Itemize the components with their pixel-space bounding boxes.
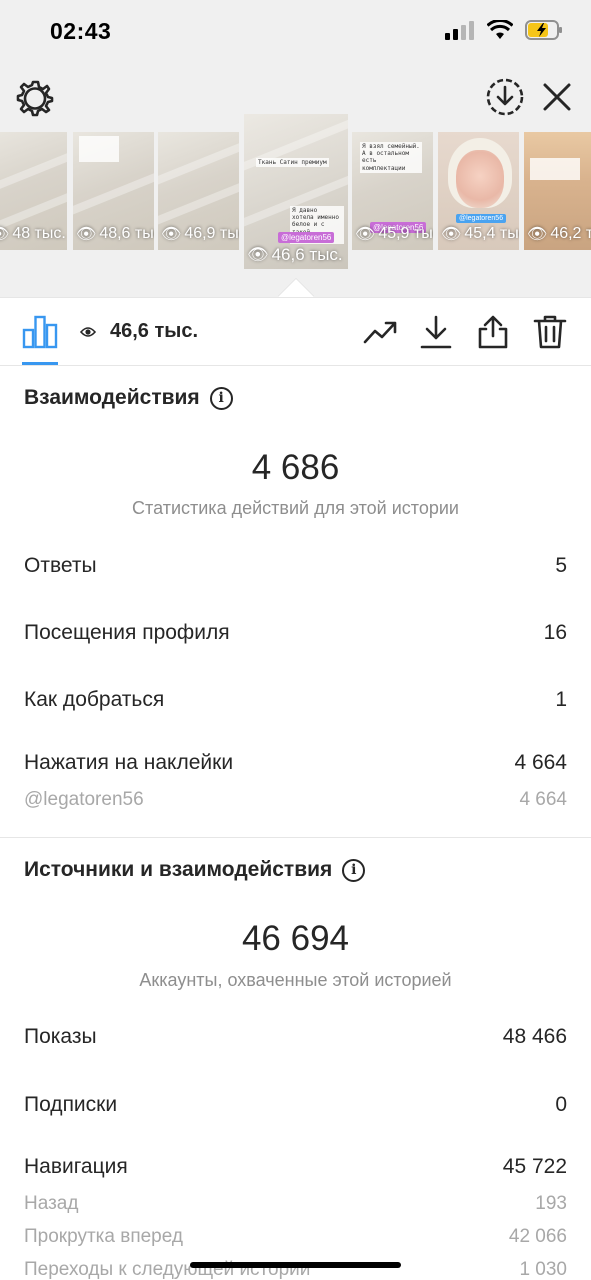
thumbnail-views: 👁 46,6 тыс. [247, 245, 343, 264]
signal-icon [445, 21, 474, 40]
stat-label: Нажатия на наклейки [24, 751, 234, 774]
thumbnail-caption: Я взял семейный. А в остальном есть комп… [360, 142, 422, 173]
story-thumbnail[interactable]: @legatoren56 👁45,4 тыс. [438, 132, 519, 250]
discovery-title-text: Источники и взаимодействия [24, 858, 333, 881]
stat-row: Посещения профиля 16 [24, 621, 567, 645]
stat-label: Подписки [24, 1093, 118, 1116]
story-thumbnail[interactable]: Я взял семейный. А в остальном есть комп… [352, 132, 433, 250]
eye-icon: 👁 [527, 226, 548, 243]
story-thumbnail[interactable]: 👁48 тыс. [0, 132, 67, 250]
story-thumbnail[interactable]: 👁46,9 тыс. [158, 132, 239, 250]
share-icon[interactable] [475, 314, 511, 350]
settings-gear-icon[interactable] [15, 78, 55, 118]
eye-icon: 👁 [0, 224, 9, 244]
info-icon[interactable]: i [342, 858, 366, 882]
discovery-title: Источники и взаимодействия i [24, 858, 366, 882]
stat-value: 1 [555, 688, 567, 711]
discovery-total: 46 694 [241, 919, 350, 958]
navigation-sub-row: Прокрутка вперед 42 066 [24, 1226, 567, 1248]
stat-label: Посещения профиля [24, 621, 230, 644]
stat-row: Навигация 45 722 [24, 1155, 567, 1179]
stat-label: Назад [24, 1193, 79, 1214]
thumbnail-views: 👁45,4 тыс. [441, 225, 519, 243]
sticker-tag: @legatoren56 [456, 214, 507, 223]
stat-value: 48 466 [502, 1025, 567, 1048]
person-photo [456, 150, 504, 208]
stat-label: Ответы [24, 554, 97, 577]
eye-icon: 👁 [161, 226, 182, 243]
interactions-subtitle: Статистика действий для этой истории [132, 498, 459, 518]
thumbnail-views: 👁48,6 тыс. [76, 225, 154, 243]
eye-icon: 👁 [441, 226, 462, 243]
stat-row: Ответы 5 [24, 554, 567, 578]
views-summary: 46,6 тыс. [80, 320, 198, 343]
bar-chart-icon[interactable] [22, 313, 58, 349]
info-icon[interactable]: i [209, 386, 233, 410]
stat-value: 0 [555, 1093, 567, 1116]
eye-icon: 👁 [247, 245, 269, 264]
status-icons [445, 20, 563, 40]
download-story-icon[interactable] [484, 76, 526, 118]
stat-label: Прокрутка вперед [24, 1226, 183, 1247]
eye-icon: 👁 [355, 226, 376, 243]
interactions-title: Взаимодействия i [24, 386, 233, 410]
stat-value: 1 030 [519, 1259, 567, 1280]
thumbnail-views: 👁45,9 тыс. [355, 225, 433, 243]
interactions-total: 4 686 [251, 448, 340, 487]
stat-value: 16 [543, 621, 567, 644]
stat-label: Как добраться [24, 688, 165, 711]
stat-value: 42 066 [508, 1226, 567, 1247]
views-count: 46,6 тыс. [110, 320, 199, 342]
story-thumbnails-strip: 👁48 тыс. 👁48,6 тыс. 👁46,9 тыс. Ткань Сат… [0, 114, 591, 274]
discovery-subtitle: Аккаунты, охваченные этой историей [139, 970, 452, 990]
section-divider [0, 837, 591, 838]
download-icon[interactable] [418, 314, 454, 350]
thumbnail-views: 👁46,9 тыс. [161, 225, 239, 243]
navigation-sub-row: Назад 193 [24, 1193, 567, 1215]
stat-value: 4 664 [519, 789, 567, 810]
sticker-tag: @legatoren56 [278, 232, 335, 243]
interactions-title-text: Взаимодействия [24, 386, 200, 409]
insights-sheet: 46,6 тыс. Взаимодействия i 4 686 Статист… [0, 297, 591, 1280]
wifi-icon [487, 20, 513, 39]
eye-icon: 👁 [76, 226, 97, 243]
stat-value: 5 [555, 554, 567, 577]
status-bar: 02:43 [0, 0, 591, 66]
thumbnail-views: 👁48 тыс. [0, 224, 66, 244]
active-tab-indicator [22, 362, 58, 365]
insights-toolbar: 46,6 тыс. [0, 298, 591, 366]
stat-value: 45 722 [502, 1155, 567, 1178]
stat-label: @legatoren56 [24, 789, 144, 810]
stat-row: Показы 48 466 [24, 1025, 567, 1049]
stat-value: 193 [535, 1193, 567, 1214]
trend-up-icon[interactable] [362, 314, 398, 350]
story-thumbnail-selected[interactable]: Ткань Сатин премиум Я давно хотела именн… [244, 114, 348, 269]
stat-label: Показы [24, 1025, 97, 1048]
thumbnail-views: 👁46,2 тыс. [527, 225, 591, 243]
battery-charging-icon [525, 20, 562, 40]
status-time: 02:43 [50, 18, 112, 44]
stat-row: Подписки 0 [24, 1093, 567, 1117]
home-indicator[interactable] [190, 1262, 401, 1268]
eye-icon [80, 326, 96, 337]
stat-value: 4 664 [514, 751, 567, 774]
close-icon[interactable] [540, 80, 574, 114]
story-thumbnail[interactable]: 👁48,6 тыс. [73, 132, 154, 250]
story-thumbnail[interactable]: 👁46,2 тыс. [524, 132, 591, 250]
delete-trash-icon[interactable] [532, 314, 568, 350]
stat-row: Как добраться 1 [24, 688, 567, 712]
stat-row: Нажатия на наклейки 4 664 [24, 751, 567, 775]
thumbnail-caption: Ткань Сатин премиум [256, 158, 329, 168]
sticker-stat-row[interactable]: @legatoren56 4 664 [24, 789, 567, 811]
stat-label: Навигация [24, 1155, 128, 1178]
